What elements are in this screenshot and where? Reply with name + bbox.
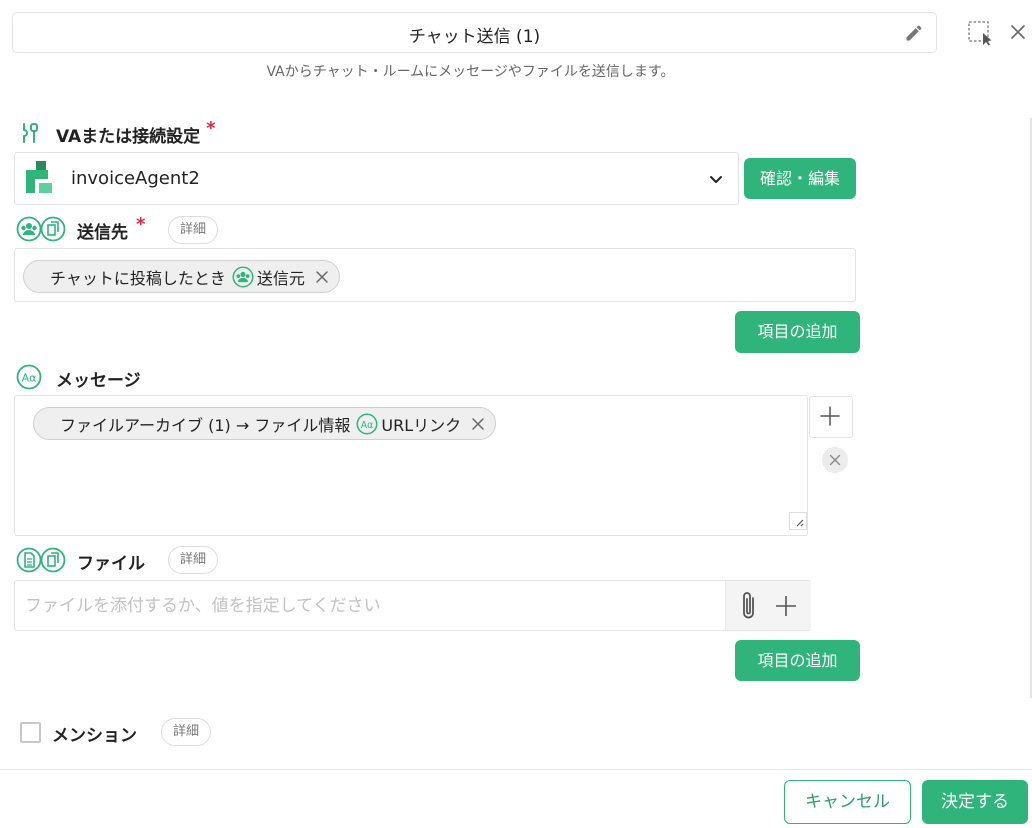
message-chip[interactable]: ファイルアーカイブ (1) → ファイル情報 Aα URLリンク — [33, 407, 497, 440]
clear-message-button[interactable] — [822, 447, 848, 473]
chip-label: チャットに投稿したとき — [50, 268, 226, 288]
mention-label: メンション — [52, 726, 137, 746]
resize-icon — [796, 519, 804, 527]
remove-chip-icon[interactable] — [471, 417, 485, 431]
text-aa-icon: Aα — [16, 364, 42, 390]
pencil-icon[interactable] — [904, 23, 924, 43]
invoice-agent-logo-icon — [26, 161, 52, 193]
add-message-button[interactable] — [809, 396, 853, 438]
required-mark: * — [206, 118, 216, 139]
paperclip-icon[interactable] — [736, 590, 762, 622]
title-field[interactable]: チャット送信 (1) — [12, 12, 937, 53]
chip-value: 送信元 — [256, 268, 305, 288]
add-file-item-button[interactable]: 項目の追加 — [735, 640, 860, 681]
destination-chip[interactable]: チャットに投稿したとき 送信元 — [23, 260, 340, 293]
people-icon — [232, 266, 254, 287]
select-area-icon[interactable] — [967, 20, 993, 46]
file-field — [14, 580, 811, 631]
chip-label: ファイルアーカイブ (1) → ファイル情報 — [60, 415, 351, 435]
resize-handle[interactable] — [789, 512, 807, 530]
va-label: VAまたは接続設定 — [56, 127, 201, 147]
mention-checkbox[interactable] — [20, 722, 41, 743]
svg-text:Aα: Aα — [22, 372, 37, 385]
text-aa-icon: Aα — [356, 413, 378, 434]
svg-text:Aα: Aα — [361, 419, 374, 430]
va-select[interactable]: invoiceAgent2 — [14, 152, 739, 205]
close-icon[interactable] — [1008, 22, 1028, 42]
plus-icon[interactable] — [774, 594, 798, 618]
connector-icon — [23, 123, 38, 143]
required-mark: * — [136, 214, 146, 235]
destination-label: 送信先 — [77, 223, 128, 243]
chip-value: URLリンク — [381, 415, 462, 435]
page-subtitle: VAからチャット・ルームにメッセージやファイルを送信します。 — [266, 64, 675, 80]
message-field[interactable]: ファイルアーカイブ (1) → ファイル情報 Aα URLリンク — [14, 395, 808, 536]
file-label: ファイル — [77, 554, 145, 574]
confirm-edit-button[interactable]: 確認・編集 — [744, 158, 856, 199]
cancel-button[interactable]: キャンセル — [784, 780, 911, 824]
file-detail-button[interactable]: 詳細 — [168, 546, 219, 574]
file-type-icon — [16, 547, 66, 573]
destination-section-header: 送信先 * — [77, 214, 145, 243]
destination-type-icon — [16, 216, 66, 242]
ok-button[interactable]: 決定する — [922, 780, 1028, 824]
footer-divider — [0, 769, 1032, 770]
file-tools — [725, 581, 811, 630]
mention-detail-button[interactable]: 詳細 — [161, 718, 212, 746]
add-destination-item-button[interactable]: 項目の追加 — [735, 311, 860, 353]
va-selected-value: invoiceAgent2 — [71, 168, 200, 189]
destination-detail-button[interactable]: 詳細 — [168, 216, 219, 244]
message-label: メッセージ — [56, 371, 141, 391]
close-icon — [829, 454, 841, 466]
va-section-header: VAまたは接続設定 * — [56, 118, 216, 147]
destination-field[interactable]: チャットに投稿したとき 送信元 — [14, 248, 856, 302]
plus-icon — [820, 406, 840, 426]
chevron-down-icon[interactable] — [708, 171, 724, 187]
page-title: チャット送信 (1) — [408, 27, 541, 47]
file-input[interactable] — [25, 581, 725, 630]
remove-chip-icon[interactable] — [315, 270, 329, 284]
